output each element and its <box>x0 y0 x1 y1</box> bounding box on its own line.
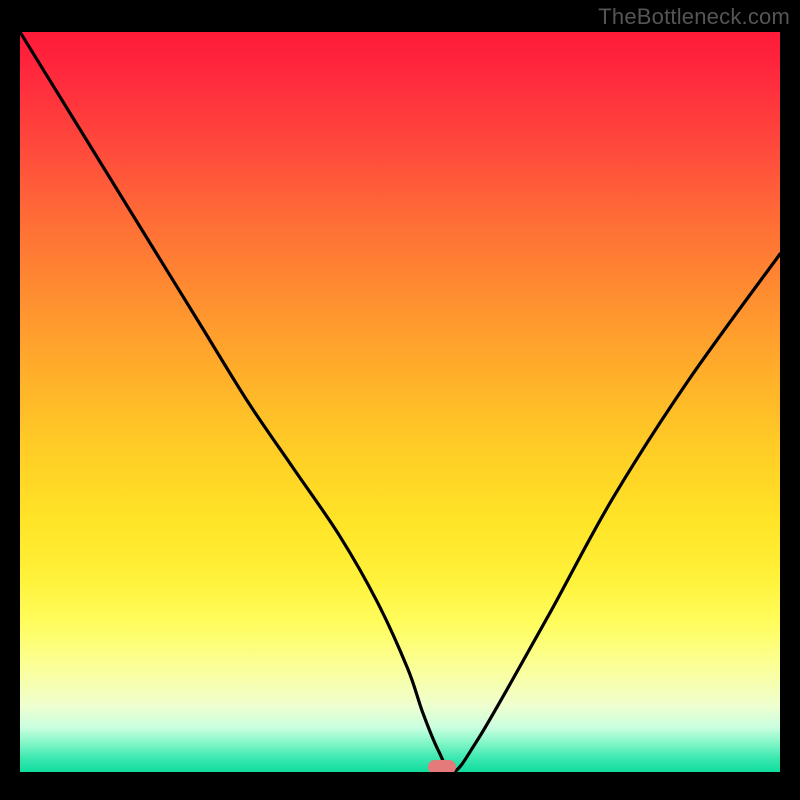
plot-area <box>20 32 780 772</box>
bottleneck-curve-path <box>20 32 780 772</box>
curve-svg <box>20 32 780 772</box>
minimum-marker <box>428 760 456 772</box>
watermark-text: TheBottleneck.com <box>598 4 790 30</box>
chart-frame: TheBottleneck.com <box>0 0 800 800</box>
